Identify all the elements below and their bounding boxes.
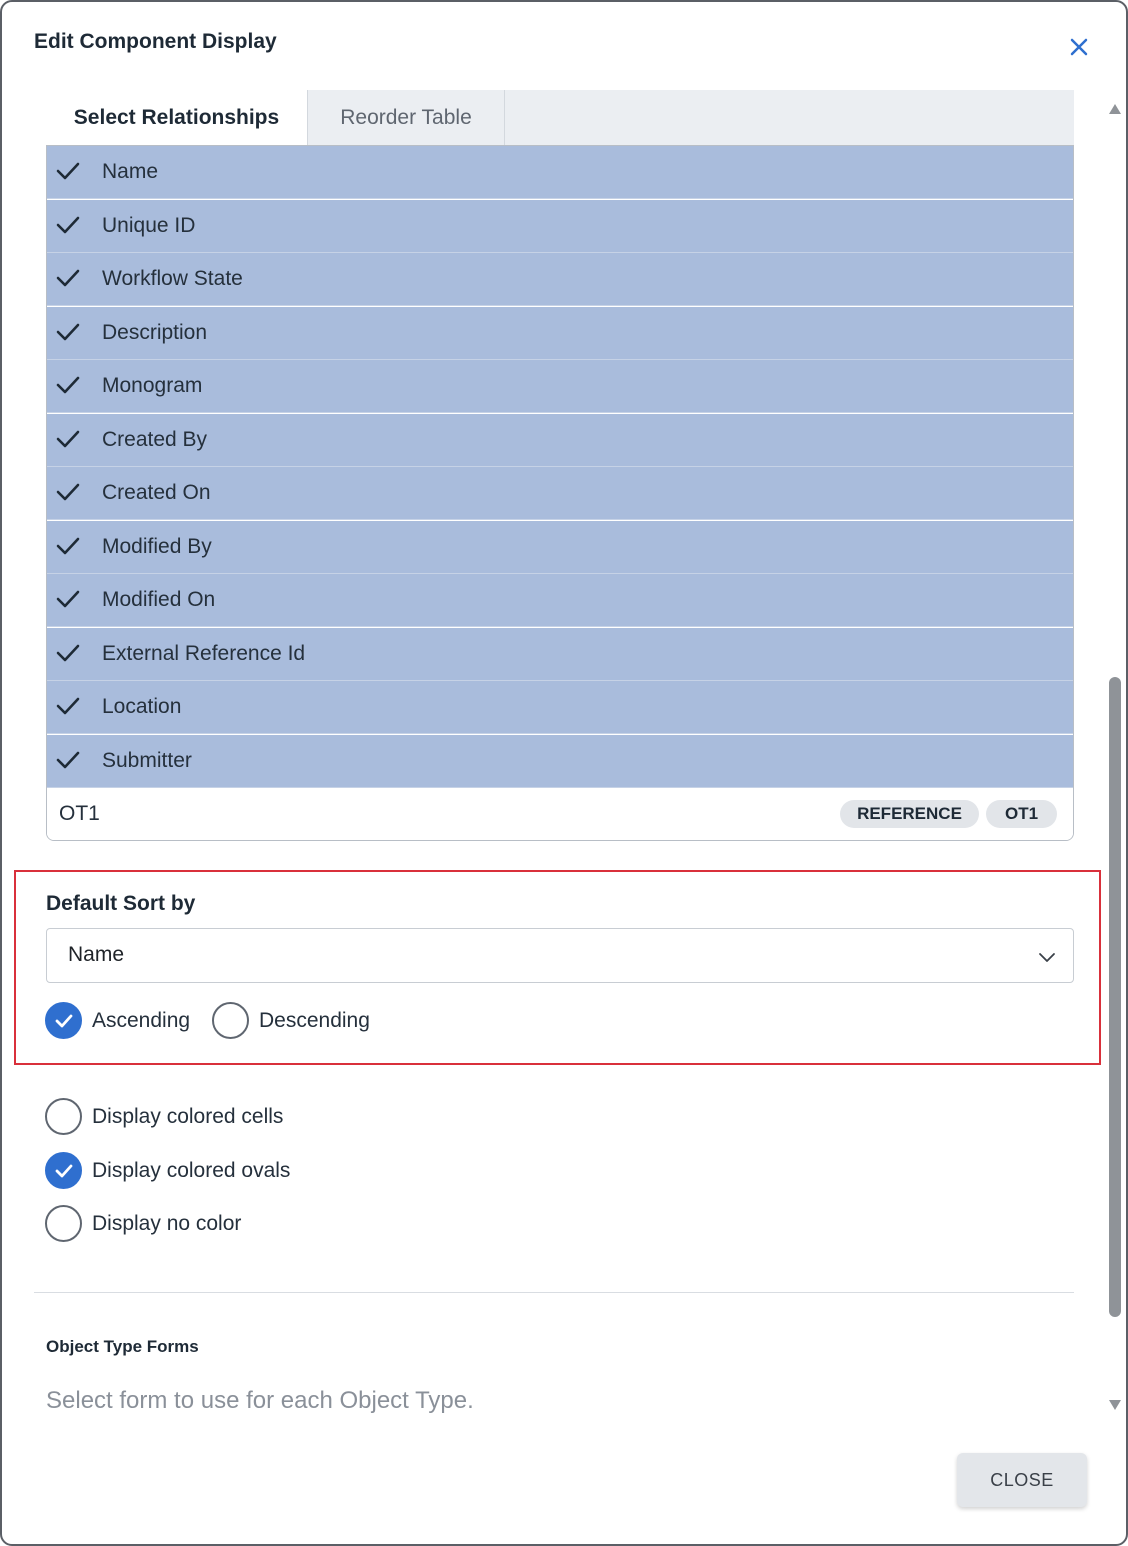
checkmark-icon — [56, 269, 80, 287]
ascending-label: Ascending — [92, 1008, 191, 1032]
relationship-list: Name Unique ID Workflow State Descriptio… — [46, 145, 1074, 841]
object-type-row[interactable]: OT1 REFERENCE OT1 — [47, 788, 1073, 840]
descending-radio[interactable]: Descending — [212, 1002, 370, 1039]
checkmark-icon — [56, 323, 80, 340]
display-no-color-radio[interactable]: Display no color — [45, 1205, 241, 1242]
list-item[interactable]: Modified On — [47, 574, 1073, 627]
object-type-label: OT1 — [59, 802, 100, 825]
list-item-label: Monogram — [102, 374, 203, 397]
reference-badge: REFERENCE — [840, 800, 979, 828]
chevron-down-icon — [1039, 953, 1055, 962]
display-no-color-label: Display no color — [92, 1211, 242, 1235]
list-item[interactable]: External Reference Id — [47, 627, 1073, 681]
list-item[interactable]: Submitter — [47, 734, 1073, 788]
list-item[interactable]: Monogram — [47, 360, 1073, 413]
checked-circle-icon — [45, 1152, 82, 1189]
checkmark-icon — [56, 590, 80, 608]
checkmark-icon — [56, 376, 80, 394]
object-type-forms-title: Object Type Forms — [46, 1337, 199, 1356]
tab-bar: Select Relationships Reorder Table — [46, 90, 1074, 145]
list-item-label: Description — [102, 320, 208, 344]
list-item[interactable]: Location — [47, 681, 1073, 734]
descending-label: Descending — [259, 1008, 370, 1032]
list-item-label: Modified By — [102, 534, 212, 558]
section-divider — [34, 1292, 1074, 1293]
empty-circle-icon — [45, 1098, 82, 1135]
display-colored-cells-radio[interactable]: Display colored cells — [45, 1098, 283, 1135]
object-type-badge: OT1 — [986, 800, 1057, 828]
tab-reorder-table[interactable]: Reorder Table — [307, 90, 505, 145]
list-item-label: Location — [102, 695, 182, 718]
scroll-down-arrow-icon[interactable] — [1107, 1398, 1123, 1412]
list-item-label: Name — [102, 160, 159, 183]
close-icon[interactable] — [1064, 32, 1094, 62]
tab-select-relationships[interactable]: Select Relationships — [46, 90, 307, 145]
checkmark-icon — [56, 537, 80, 554]
close-button[interactable]: CLOSE — [957, 1453, 1087, 1507]
list-item-label: Unique ID — [102, 213, 196, 237]
list-item-label: Submitter — [102, 748, 192, 772]
empty-circle-icon — [45, 1205, 82, 1242]
checkmark-icon — [56, 430, 80, 447]
dialog-title: Edit Component Display — [34, 30, 277, 53]
list-item[interactable]: Workflow State — [47, 253, 1073, 306]
list-item[interactable]: Created By — [47, 413, 1073, 467]
display-colored-ovals-label: Display colored ovals — [92, 1158, 291, 1182]
checkmark-icon — [56, 483, 80, 501]
sort-field-select[interactable]: Name — [46, 928, 1074, 983]
display-colored-cells-label: Display colored cells — [92, 1104, 284, 1128]
checkmark-icon — [56, 751, 80, 768]
checkmark-icon — [56, 162, 80, 180]
list-item-label: Workflow State — [102, 267, 243, 290]
display-colored-ovals-radio[interactable]: Display colored ovals — [45, 1152, 290, 1189]
list-item[interactable]: Created On — [47, 467, 1073, 520]
scrollbar-thumb[interactable] — [1109, 677, 1121, 1317]
list-item[interactable]: Description — [47, 306, 1073, 360]
ascending-radio[interactable]: Ascending — [45, 1002, 190, 1039]
list-item-label: Created By — [102, 427, 208, 451]
sort-field-value: Name — [68, 943, 125, 966]
list-item[interactable]: Unique ID — [47, 199, 1073, 253]
object-type-forms-hint: Select form to use for each Object Type. — [46, 1387, 474, 1414]
checkmark-icon — [56, 697, 80, 715]
list-item-label: Created On — [102, 481, 211, 504]
empty-circle-icon — [212, 1002, 249, 1039]
scroll-up-arrow-icon[interactable] — [1107, 102, 1123, 116]
list-item[interactable]: Name — [47, 146, 1073, 199]
list-item[interactable]: Modified By — [47, 520, 1073, 574]
list-item-label: Modified On — [102, 588, 216, 611]
default-sort-title: Default Sort by — [46, 892, 196, 915]
list-item-label: External Reference Id — [102, 641, 306, 665]
checkmark-icon — [56, 216, 80, 233]
checkmark-icon — [56, 644, 80, 661]
checked-circle-icon — [45, 1002, 82, 1039]
edit-component-dialog: Edit Component Display Select Relationsh… — [0, 0, 1128, 1546]
